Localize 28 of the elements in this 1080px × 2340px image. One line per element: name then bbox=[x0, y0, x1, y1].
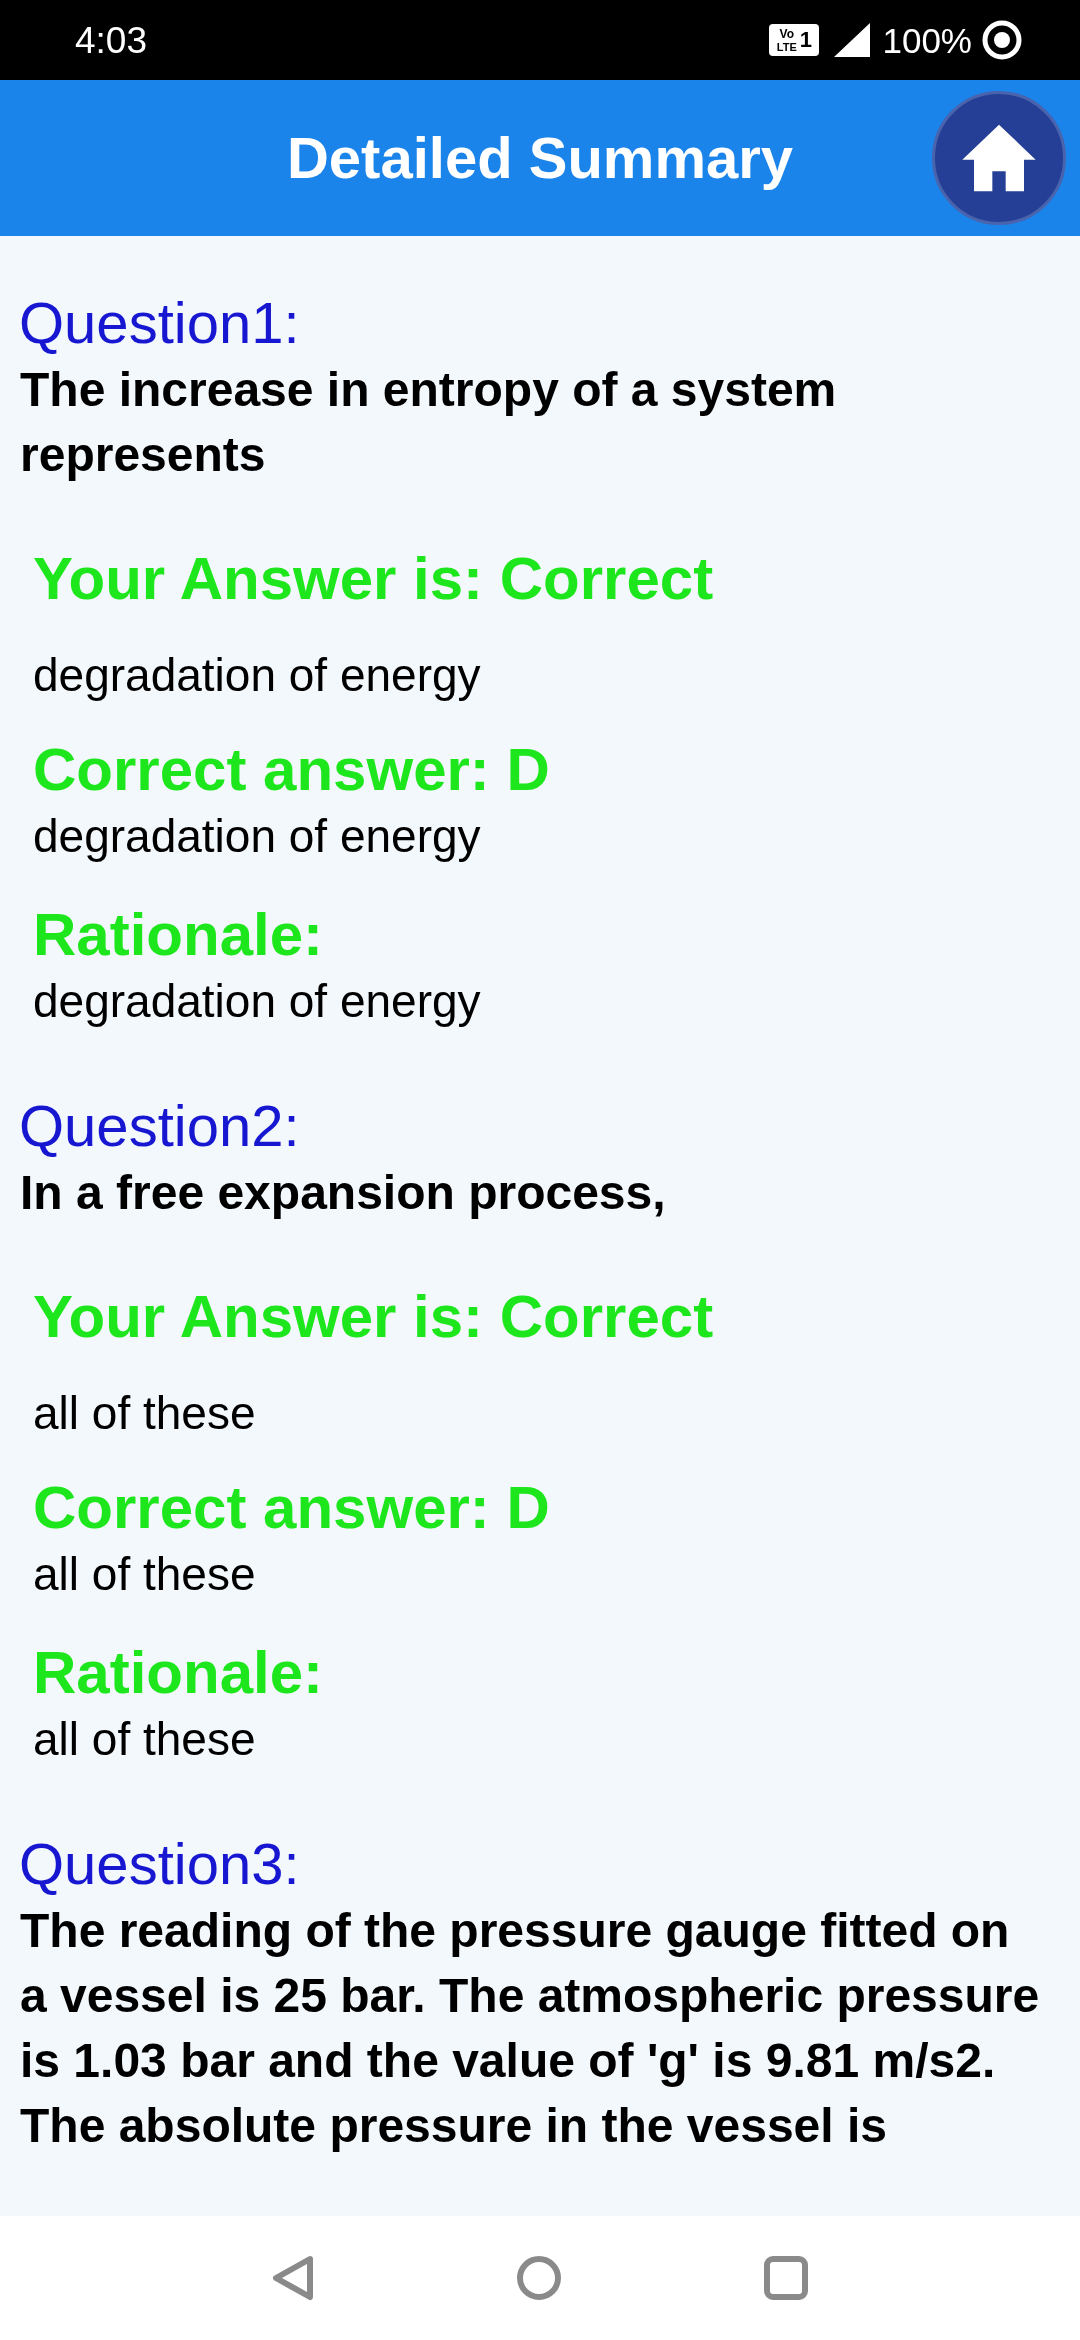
answer-verdict: Your Answer is: Correct bbox=[33, 1282, 714, 1352]
correct-answer-heading: Correct answer: D bbox=[33, 1473, 550, 1543]
rationale-text: degradation of energy bbox=[33, 974, 481, 1029]
volte-label: Vo bbox=[779, 27, 795, 41]
status-time: 4:03 bbox=[75, 21, 147, 59]
correct-answer-heading: Correct answer: D bbox=[33, 735, 550, 805]
rationale-heading: Rationale: bbox=[33, 900, 324, 970]
circle-dot-icon bbox=[982, 20, 1022, 60]
correct-answer-text: degradation of energy bbox=[33, 809, 481, 864]
answer-verdict: Your Answer is: Correct bbox=[33, 544, 714, 614]
question-text: In a free expansion process, bbox=[20, 1165, 666, 1221]
question-label: Question3: bbox=[19, 1830, 300, 1898]
circle-icon[interactable] bbox=[517, 2256, 561, 2300]
your-answer-text: degradation of energy bbox=[33, 648, 481, 703]
battery-level: 100% bbox=[882, 22, 972, 58]
signal-icon bbox=[834, 23, 871, 57]
rationale-heading: Rationale: bbox=[33, 1638, 324, 1708]
sim-number: 1 bbox=[799, 29, 813, 51]
question-label: Question2: bbox=[19, 1092, 300, 1160]
rationale-text: all of these bbox=[33, 1712, 256, 1767]
square-icon[interactable] bbox=[764, 2256, 808, 2300]
question-text: The reading of the pressure gauge fitted on a vessel is 25 bar. The atmospheric pressure is 1.03 bar and the value of 'g' is 9.81 m/s2. The absolute pressure in the vessel is bbox=[20, 1903, 1041, 2154]
correct-answer-text: all of these bbox=[33, 1547, 256, 1602]
your-answer-text: all of these bbox=[33, 1386, 256, 1441]
question-label: Question1: bbox=[19, 289, 300, 357]
back-icon[interactable] bbox=[272, 2255, 314, 2301]
lte-label: LTE bbox=[776, 40, 797, 53]
question-text: The increase in entropy of a system represents bbox=[20, 362, 838, 483]
